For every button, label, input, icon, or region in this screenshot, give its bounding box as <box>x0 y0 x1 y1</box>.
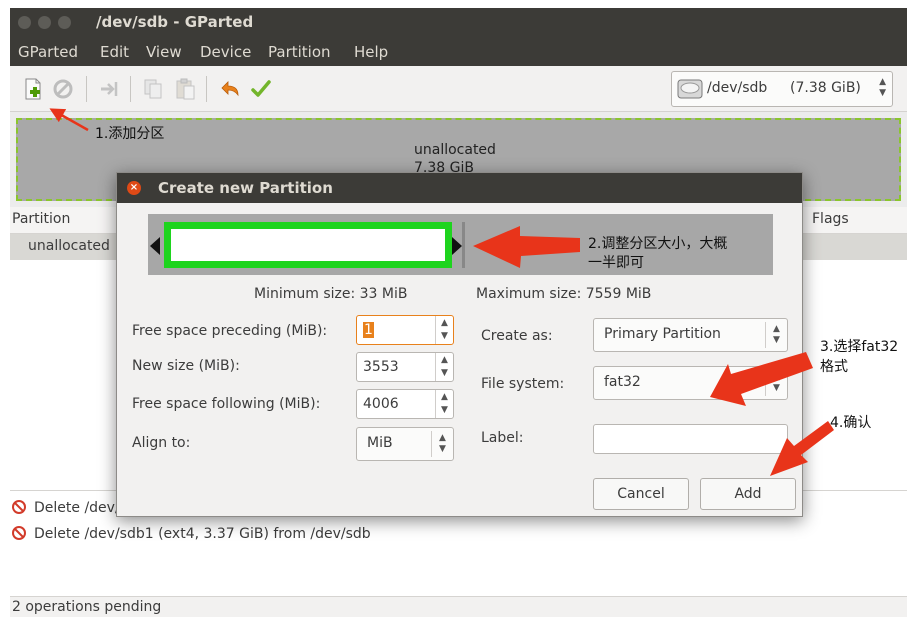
annotation-2-line1: 2.调整分区大小，大概 <box>588 236 728 252</box>
annotation-arrow-2 <box>473 226 580 268</box>
annotation-2-line2: 一半即可 <box>588 255 644 271</box>
annotation-4: 4.确认 <box>830 415 872 431</box>
annotation-1: 1.添加分区 <box>95 126 165 142</box>
annotation-arrow-4 <box>770 421 834 476</box>
annotation-arrow-3 <box>710 352 813 406</box>
annotation-3-line2: 格式 <box>820 359 848 375</box>
annotation-arrow-1 <box>49 108 89 132</box>
annotation-3-line1: 3.选择fat32 <box>820 339 899 355</box>
annotation-arrows <box>49 108 834 476</box>
